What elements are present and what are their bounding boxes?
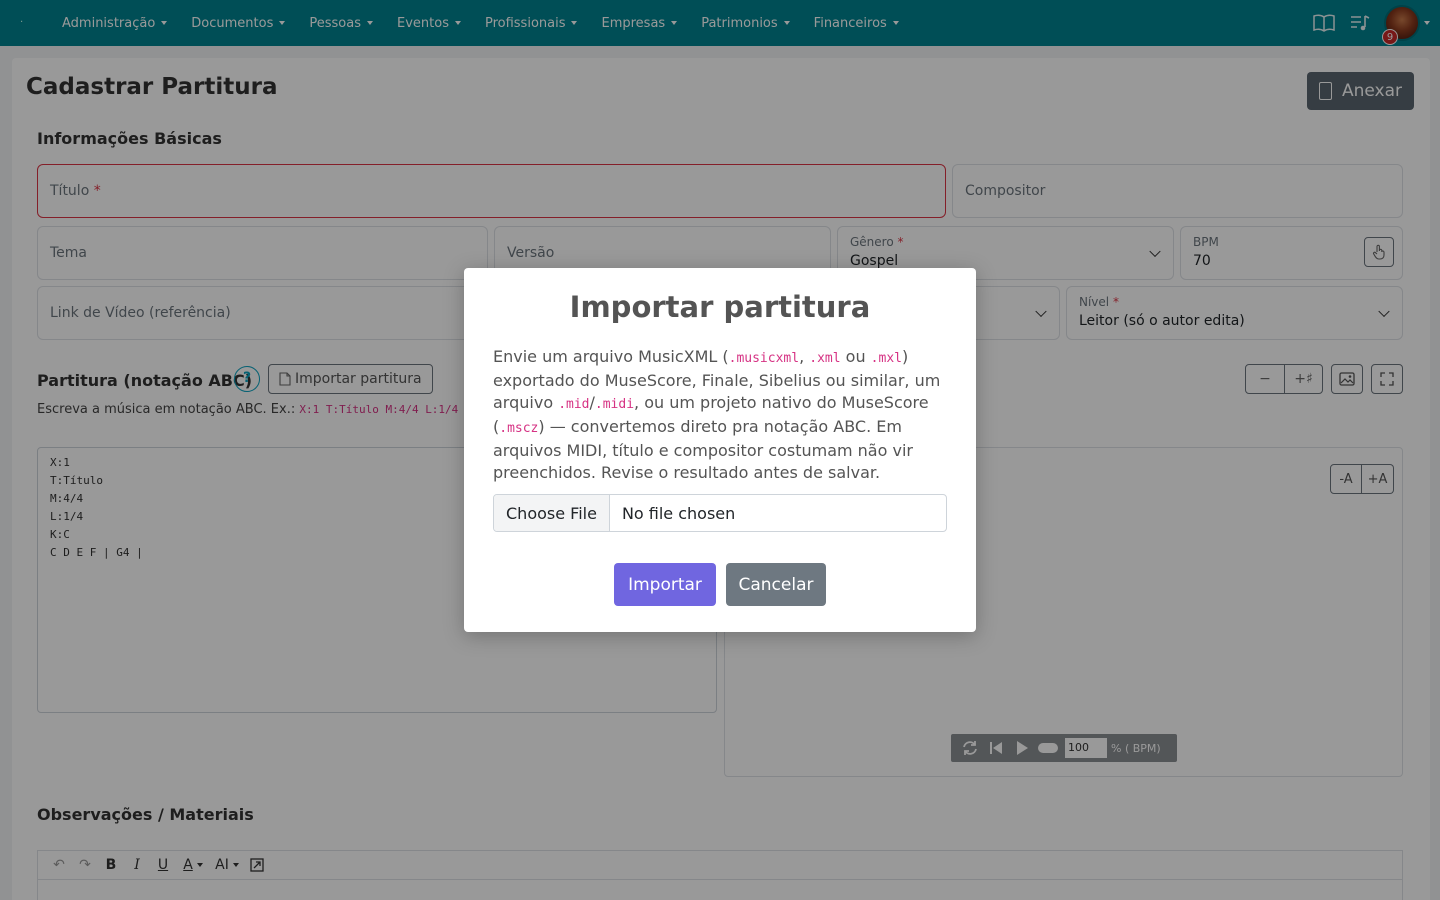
modal-code: .mid	[558, 397, 590, 412]
modal-code: .musicxml	[728, 351, 800, 366]
modal-code: .xml	[809, 351, 841, 366]
modal-text-part: Envie um arquivo MusicXML (	[493, 347, 729, 366]
modal-title: Importar partitura	[569, 290, 871, 324]
import-modal: Importar partitura Envie um arquivo Musi…	[464, 268, 976, 632]
file-input[interactable]: Choose File No file chosen	[493, 494, 947, 532]
file-status: No file chosen	[621, 503, 736, 523]
modal-code: .mscz	[499, 421, 539, 436]
import-confirm-button[interactable]: Importar	[614, 563, 716, 606]
modal-code: .mxl	[870, 351, 902, 366]
modal-text-part: ou	[840, 347, 871, 366]
modal-text-part: ,	[799, 347, 810, 366]
modal-text-part: ) — convertemos direto pra notação ABC. …	[493, 417, 913, 482]
modal-code: .midi	[594, 397, 635, 412]
modal-description: Envie um arquivo MusicXML (.musicxml, .x…	[493, 346, 949, 484]
choose-file-button[interactable]: Choose File	[494, 495, 610, 531]
cancel-button[interactable]: Cancelar	[726, 563, 826, 606]
